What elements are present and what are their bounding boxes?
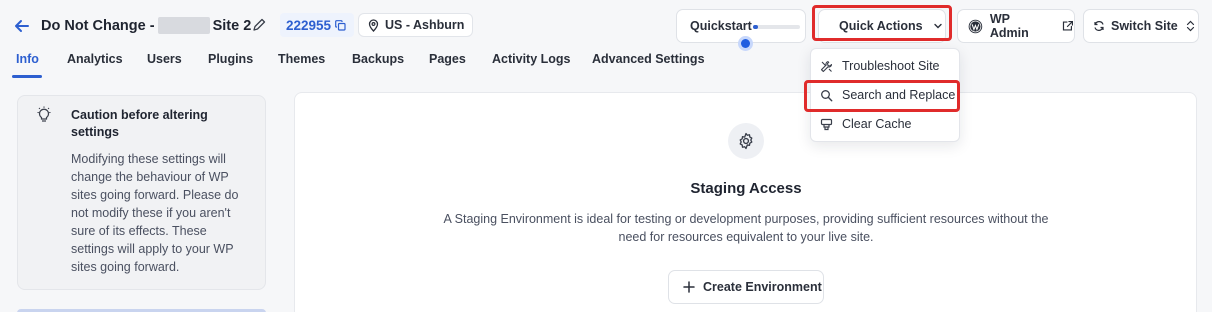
menu-item-troubleshoot-site[interactable]: Troubleshoot Site	[812, 53, 958, 79]
chevron-updown-icon	[1186, 20, 1194, 32]
site-name-suffix: Site 2	[212, 17, 252, 34]
staging-description: A Staging Environment is ideal for testi…	[443, 212, 1049, 244]
tab-info[interactable]: Info	[16, 52, 39, 66]
create-environment-button[interactable]: Create Environment	[668, 270, 824, 304]
menu-item-label: Clear Cache	[842, 117, 912, 131]
redacted-block	[157, 17, 210, 34]
site-id-badge[interactable]: 222955	[280, 13, 355, 37]
active-tab-indicator	[12, 75, 42, 78]
plus-icon	[683, 281, 695, 293]
gear-icon	[739, 132, 753, 150]
menu-item-clear-cache[interactable]: Clear Cache	[812, 111, 958, 137]
gear-icon-wrapper	[728, 123, 764, 159]
tab-analytics[interactable]: Analytics	[67, 52, 123, 66]
location-label: US - Ashburn	[385, 18, 465, 32]
copy-icon[interactable]	[335, 19, 346, 31]
tab-users[interactable]: Users	[147, 52, 182, 66]
location-pin-icon	[368, 18, 379, 32]
quickstart-label: Quickstart	[690, 19, 752, 33]
pencil-icon[interactable]	[252, 18, 266, 32]
quickstart-button[interactable]: Quickstart	[676, 9, 806, 43]
quickstart-progress-bar	[753, 25, 800, 29]
wp-admin-button[interactable]: WP Admin	[957, 9, 1075, 43]
wp-admin-label: WP Admin	[989, 12, 1029, 40]
switch-site-button[interactable]: Switch Site	[1083, 9, 1199, 43]
switch-site-label: Switch Site	[1111, 19, 1178, 33]
back-arrow-icon[interactable]	[12, 16, 32, 36]
wordpress-icon	[968, 19, 983, 33]
cache-icon	[820, 118, 833, 130]
tab-activity-logs[interactable]: Activity Logs	[492, 52, 571, 66]
site-title: Do Not Change - Site 2	[41, 17, 251, 34]
staging-title: Staging Access	[690, 180, 802, 197]
site-name-prefix: Do Not Change -	[41, 17, 155, 34]
sync-icon	[1094, 21, 1104, 31]
tools-icon	[820, 60, 833, 72]
quickstart-progress-fill	[753, 25, 758, 29]
tab-plugins[interactable]: Plugins	[208, 52, 253, 66]
caution-body: Modifying these settings will change the…	[71, 152, 239, 274]
tab-bar: Info Analytics Users Plugins Themes Back…	[0, 52, 710, 78]
tab-themes[interactable]: Themes	[278, 52, 325, 66]
menu-item-label: Troubleshoot Site	[842, 59, 940, 73]
progress-indicator-dot	[741, 39, 750, 48]
create-environment-label: Create Environment	[703, 280, 822, 294]
caution-title: Caution before altering settings	[71, 108, 208, 139]
highlight-box-search-and-replace	[804, 80, 960, 112]
highlight-box-quick-actions	[812, 5, 952, 41]
tab-advanced-settings[interactable]: Advanced Settings	[592, 52, 705, 66]
site-id-value: 222955	[286, 17, 332, 33]
external-link-icon	[1063, 20, 1074, 31]
lightbulb-icon	[36, 106, 52, 124]
location-badge: US - Ashburn	[358, 13, 474, 37]
tab-pages[interactable]: Pages	[429, 52, 466, 66]
tab-backups[interactable]: Backups	[352, 52, 404, 66]
